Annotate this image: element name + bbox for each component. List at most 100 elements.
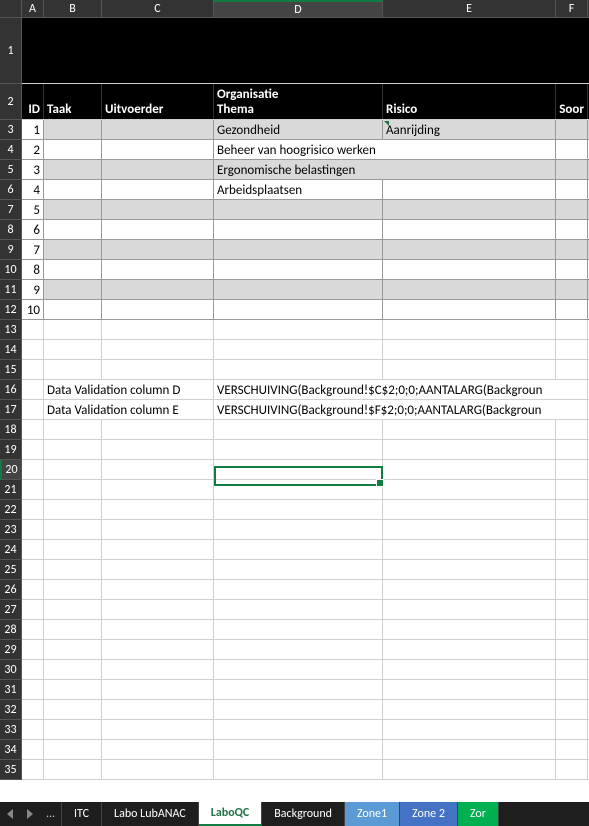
row-header-11[interactable]: 11 xyxy=(0,280,22,300)
sheet-tab-labo-lubanac[interactable]: Labo LubANAC xyxy=(102,802,199,826)
sheet-tab-itc[interactable]: ITC xyxy=(62,802,102,826)
cell-thema[interactable] xyxy=(214,200,383,219)
header-uitvoerder[interactable]: Uitvoerder xyxy=(102,84,214,119)
cell-id[interactable]: 2 xyxy=(22,140,44,159)
cell-id[interactable]: 5 xyxy=(22,200,44,219)
cell[interactable] xyxy=(102,220,214,239)
cell-risico[interactable]: Aanrijding xyxy=(383,120,556,139)
row-header-6[interactable]: 6 xyxy=(0,180,22,200)
cell[interactable] xyxy=(556,240,588,259)
row-header-9[interactable]: 9 xyxy=(0,240,22,260)
row-header-22[interactable]: 22 xyxy=(0,500,22,520)
cell[interactable] xyxy=(556,220,588,239)
cell-thema[interactable] xyxy=(214,260,383,279)
row-header-34[interactable]: 34 xyxy=(0,740,22,760)
cell-risico[interactable] xyxy=(383,140,556,159)
validation-label-e[interactable]: Data Validation column E xyxy=(44,400,102,419)
col-header-C[interactable]: C xyxy=(102,0,214,17)
col-header-B[interactable]: B xyxy=(44,0,102,17)
tab-nav-prev[interactable] xyxy=(0,802,20,826)
cell[interactable] xyxy=(102,240,214,259)
cell[interactable] xyxy=(44,300,102,319)
cell[interactable] xyxy=(102,300,214,319)
cell[interactable] xyxy=(22,18,44,83)
cell[interactable] xyxy=(556,200,588,219)
cell-id[interactable]: 4 xyxy=(22,180,44,199)
row-header-8[interactable]: 8 xyxy=(0,220,22,240)
col-header-A[interactable]: A xyxy=(22,0,44,17)
cell-id[interactable]: 10 xyxy=(22,300,44,319)
row-header-23[interactable]: 23 xyxy=(0,520,22,540)
sheet-tab-zone-2[interactable]: Zone 2 xyxy=(400,802,458,826)
row-header-13[interactable]: 13 xyxy=(0,320,22,340)
cell[interactable] xyxy=(44,260,102,279)
header-taak[interactable]: Taak xyxy=(44,84,102,119)
cell[interactable] xyxy=(102,180,214,199)
cell[interactable] xyxy=(102,160,214,179)
cell[interactable] xyxy=(44,18,102,83)
cell-thema[interactable] xyxy=(214,300,383,319)
cell-risico[interactable] xyxy=(383,160,556,179)
row-header-33[interactable]: 33 xyxy=(0,720,22,740)
cell[interactable] xyxy=(44,160,102,179)
cell[interactable] xyxy=(44,220,102,239)
cell[interactable] xyxy=(44,240,102,259)
row-header-18[interactable]: 18 xyxy=(0,420,22,440)
col-header-D[interactable]: D xyxy=(214,0,383,17)
tab-nav-next[interactable] xyxy=(20,802,40,826)
row-header-16[interactable]: 16 xyxy=(0,380,22,400)
row-header-29[interactable]: 29 xyxy=(0,640,22,660)
cell-id[interactable]: 3 xyxy=(22,160,44,179)
cell[interactable] xyxy=(556,140,588,159)
cell-thema[interactable] xyxy=(214,280,383,299)
row-header-3[interactable]: 3 xyxy=(0,120,22,140)
row-header-35[interactable]: 35 xyxy=(0,760,22,780)
header-risico[interactable]: Risico xyxy=(383,84,556,119)
select-all-corner[interactable] xyxy=(0,0,22,17)
cell-risico[interactable] xyxy=(383,180,556,199)
cell-risico[interactable] xyxy=(383,260,556,279)
row-header-31[interactable]: 31 xyxy=(0,680,22,700)
cell-risico[interactable] xyxy=(383,220,556,239)
row-header-1[interactable]: 1 xyxy=(0,18,22,84)
sheet-tab-zone1[interactable]: Zone1 xyxy=(345,802,400,826)
cell-id[interactable]: 1 xyxy=(22,120,44,139)
row-header-26[interactable]: 26 xyxy=(0,580,22,600)
header-soort[interactable]: Soor xyxy=(556,84,588,119)
cell[interactable] xyxy=(556,300,588,319)
row-header-2[interactable]: 2 xyxy=(0,84,22,120)
row-header-20[interactable]: 20 xyxy=(0,460,22,480)
cell-risico[interactable] xyxy=(383,280,556,299)
sheet-tab-background[interactable]: Background xyxy=(262,802,345,826)
header-id[interactable]: ID xyxy=(22,84,44,119)
header-organisatie[interactable]: Organisatie Thema xyxy=(214,84,383,119)
cell[interactable] xyxy=(383,18,556,83)
cell[interactable] xyxy=(44,200,102,219)
cell-thema[interactable] xyxy=(214,240,383,259)
cell[interactable] xyxy=(556,260,588,279)
row-header-25[interactable]: 25 xyxy=(0,560,22,580)
cell-id[interactable]: 8 xyxy=(22,260,44,279)
cell[interactable] xyxy=(102,140,214,159)
tab-overflow-button[interactable]: ... xyxy=(40,802,62,826)
cell[interactable] xyxy=(44,120,102,139)
cell[interactable] xyxy=(556,120,588,139)
sheet-tab-zor[interactable]: Zor xyxy=(458,802,499,826)
cell[interactable] xyxy=(102,120,214,139)
row-header-21[interactable]: 21 xyxy=(0,480,22,500)
cell-thema[interactable]: Beheer van hoogrisico werken xyxy=(214,140,383,159)
row-header-12[interactable]: 12 xyxy=(0,300,22,320)
cell-id[interactable]: 7 xyxy=(22,240,44,259)
cell-risico[interactable] xyxy=(383,300,556,319)
row-header-15[interactable]: 15 xyxy=(0,360,22,380)
row-header-7[interactable]: 7 xyxy=(0,200,22,220)
row-header-5[interactable]: 5 xyxy=(0,160,22,180)
cell[interactable] xyxy=(44,140,102,159)
row-header-19[interactable]: 19 xyxy=(0,440,22,460)
cell[interactable] xyxy=(556,18,588,83)
cell[interactable] xyxy=(556,160,588,179)
row-header-17[interactable]: 17 xyxy=(0,400,22,420)
cell[interactable] xyxy=(44,180,102,199)
cell-thema[interactable]: Gezondheid xyxy=(214,120,383,139)
validation-formula-e[interactable]: VERSCHUIVING(Background!$F$2;0;0;AANTALA… xyxy=(214,400,383,419)
